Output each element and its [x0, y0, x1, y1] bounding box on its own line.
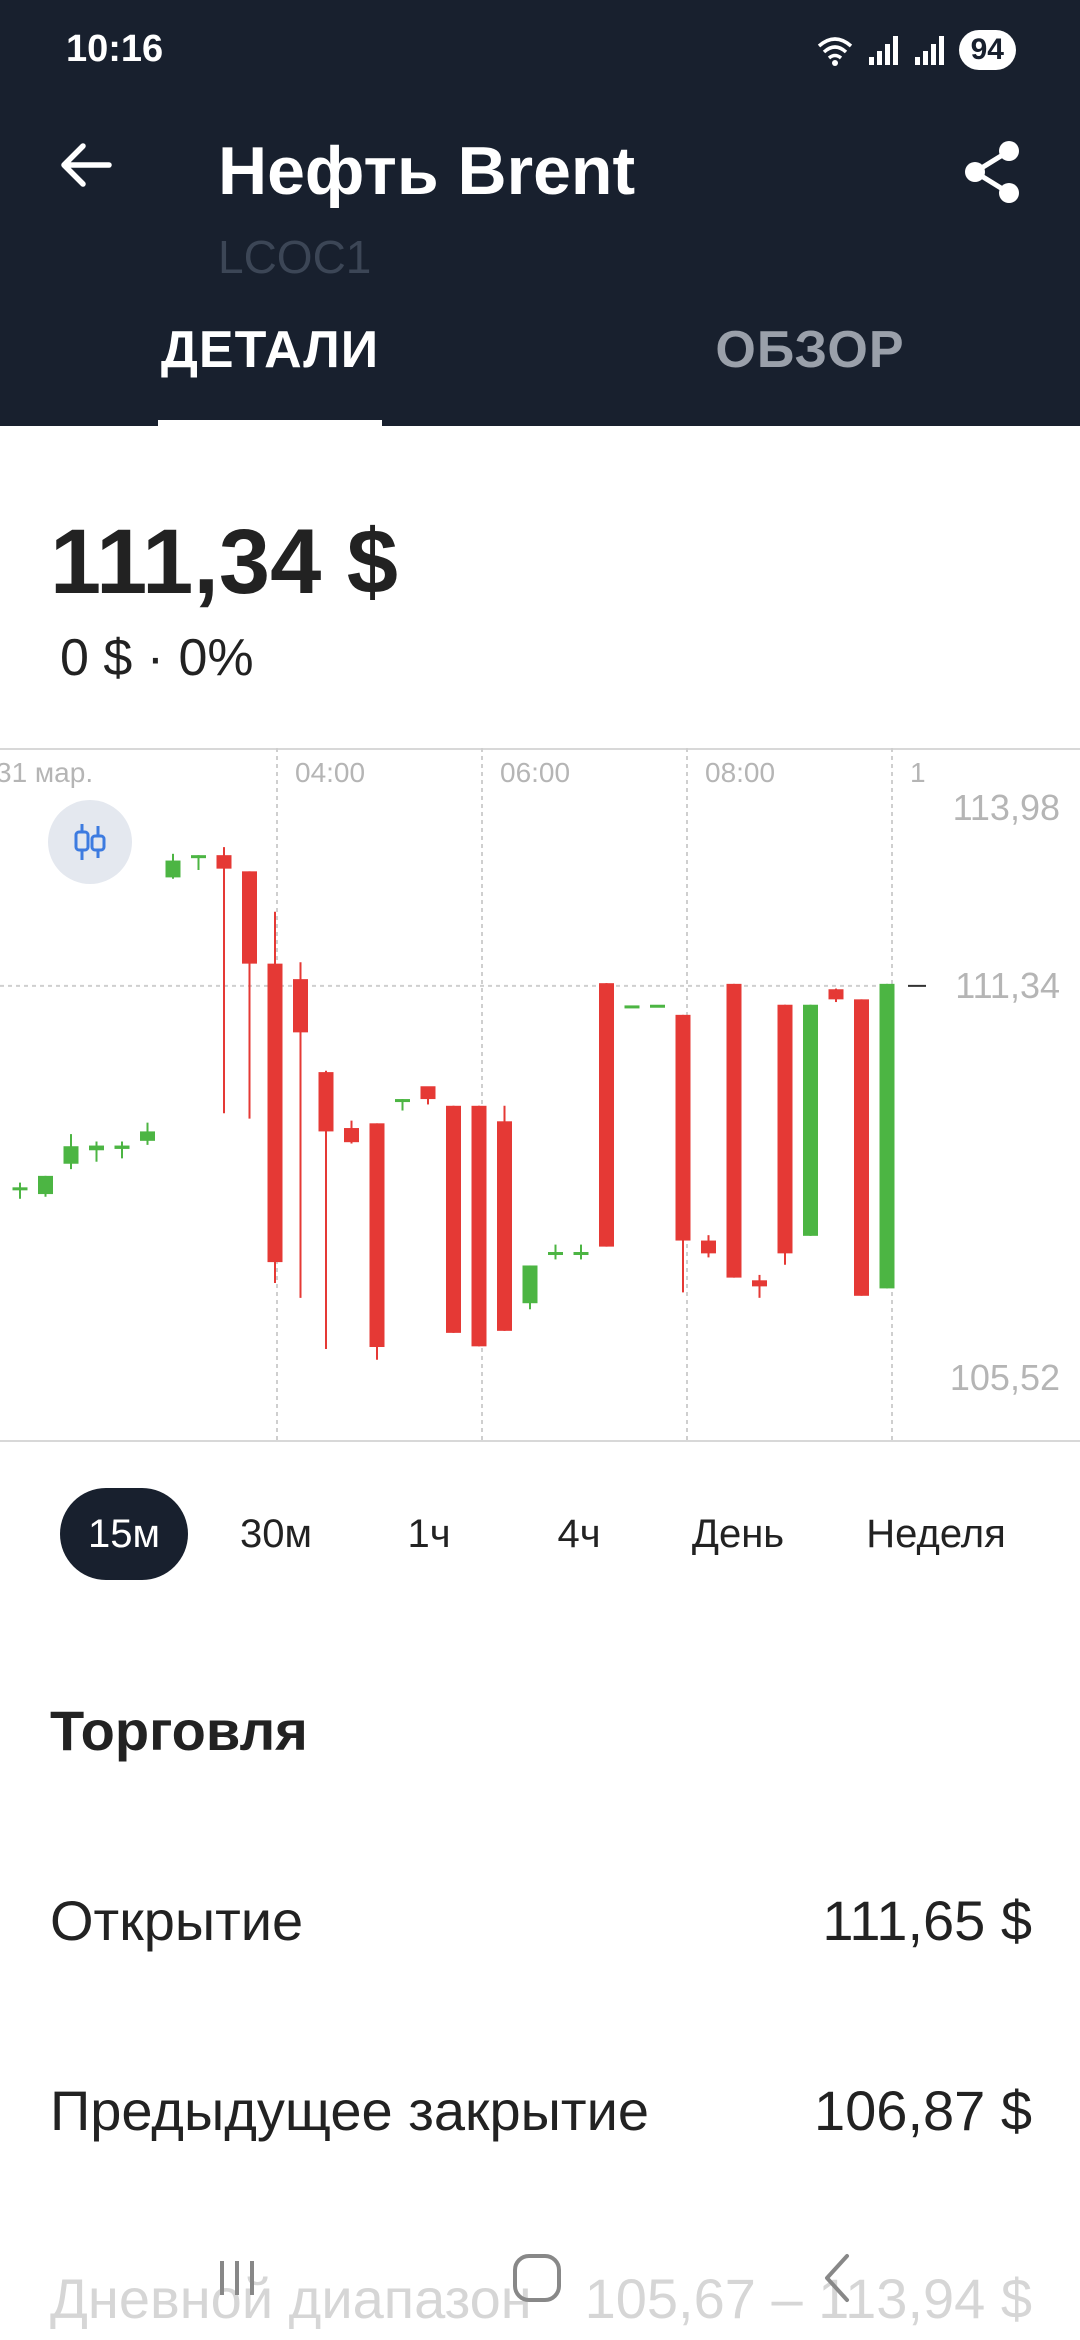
- prev-close-label: Предыдущее закрытие: [50, 2079, 649, 2142]
- candle-body: [89, 1145, 104, 1151]
- share-icon: [965, 141, 1019, 203]
- period-30m[interactable]: 30м: [218, 1488, 334, 1580]
- candle-body: [395, 1099, 410, 1103]
- candle-body: [573, 1252, 589, 1256]
- candle-body: [318, 1072, 334, 1132]
- candle-body: [752, 1280, 767, 1287]
- status-icons: 94: [815, 28, 1016, 72]
- system-nav-bar: [0, 2210, 1080, 2340]
- system-back-button[interactable]: [792, 2238, 882, 2318]
- period-4h[interactable]: 4ч: [524, 1488, 634, 1580]
- y-tick-label: 113,98: [953, 787, 1060, 828]
- period-day[interactable]: День: [670, 1488, 806, 1580]
- candle-body: [293, 979, 308, 1033]
- instrument-title: Нефть Brent: [218, 133, 636, 209]
- instrument-ticker: LCOC1: [218, 231, 372, 283]
- candle-body: [548, 1252, 563, 1256]
- candlestick-icon: [74, 824, 106, 860]
- candle-body: [497, 1121, 512, 1331]
- candle-body: [38, 1175, 53, 1195]
- current-price: 111,34 $: [50, 511, 398, 613]
- candle-body: [803, 1004, 818, 1236]
- x-tick-label: 1: [910, 757, 926, 788]
- x-tick-label: 06:00: [500, 757, 570, 788]
- recent-apps-button[interactable]: [192, 2238, 282, 2318]
- candle-body: [344, 1128, 359, 1143]
- signal-icon-2: [914, 36, 944, 65]
- battery-level: 94: [970, 33, 1004, 66]
- x-tick-label: 04:00: [295, 757, 365, 788]
- candle-body: [446, 1105, 461, 1333]
- prev-close-value: 106,87 $: [814, 2079, 1032, 2142]
- signal-icon: [868, 36, 898, 65]
- candle-body: [420, 1086, 436, 1100]
- candle-body: [675, 1014, 691, 1241]
- share-button[interactable]: [952, 132, 1032, 212]
- candle-body: [471, 1105, 487, 1347]
- x-tick-label: 08:00: [705, 757, 775, 788]
- back-button[interactable]: [50, 130, 120, 200]
- tab-overview[interactable]: ОБЗОР: [700, 320, 920, 426]
- tab-details[interactable]: ДЕТАЛИ: [158, 320, 382, 426]
- candle-body: [777, 1004, 793, 1254]
- candle-body: [267, 963, 283, 1263]
- status-time: 10:16: [66, 28, 164, 70]
- y-tick-label: 105,52: [950, 1357, 1060, 1398]
- candle-body: [216, 855, 232, 869]
- candle-body: [879, 983, 895, 1289]
- period-1h[interactable]: 1ч: [374, 1488, 484, 1580]
- back-arrow-icon: [61, 143, 112, 187]
- candle-body: [726, 983, 742, 1278]
- candle-body: [12, 1187, 28, 1191]
- candle-body: [165, 860, 181, 878]
- period-15m[interactable]: 15м: [60, 1488, 188, 1580]
- price-change: 0 $ · 0%: [60, 629, 254, 687]
- chart-type-button[interactable]: [48, 800, 132, 884]
- x-tick-label: 31 мар.: [0, 757, 93, 788]
- period-week[interactable]: Неделя: [846, 1488, 1026, 1580]
- battery-indicator: 94: [958, 30, 1016, 70]
- system-back-icon: [825, 2254, 849, 2302]
- home-icon: [513, 2254, 561, 2302]
- candle-body: [191, 855, 206, 859]
- candle-body: [242, 871, 257, 964]
- candle-body: [828, 989, 844, 1000]
- open-label: Открытие: [50, 1889, 304, 1952]
- candle-body: [624, 1005, 640, 1009]
- candle-body: [854, 999, 869, 1296]
- candle-body: [650, 1004, 665, 1008]
- period-selector: 15м 30м 1ч 4ч День Неделя: [0, 1488, 1080, 1584]
- candle-body: [114, 1145, 130, 1149]
- candle-body: [140, 1131, 155, 1141]
- app-header: 10:16 94 Нефть Brent LCOC1 ДЕТАЛИ ОБЗОР: [0, 0, 1080, 426]
- price-chart[interactable]: 31 мар. 04:00 06:00 08:00 1 113,98 111,34 105,5…: [0, 748, 1080, 1442]
- candle-body: [701, 1240, 716, 1254]
- home-button[interactable]: [492, 2238, 582, 2318]
- candle-body: [522, 1265, 538, 1304]
- candle-body: [63, 1146, 79, 1164]
- candle-body: [369, 1123, 385, 1348]
- status-bar: 10:16 94: [0, 0, 1080, 100]
- open-value: 111,65 $: [822, 1889, 1032, 1952]
- trading-section-title: Торговля: [50, 1699, 308, 1762]
- candle-body: [599, 983, 614, 1247]
- recent-apps-icon: [220, 2261, 254, 2295]
- y-tick-label: 111,34: [955, 965, 1060, 1006]
- candlestick-chart[interactable]: 31 мар. 04:00 06:00 08:00 1 113,98 111,34 105,5…: [0, 748, 1080, 1442]
- wifi-icon: [817, 37, 852, 66]
